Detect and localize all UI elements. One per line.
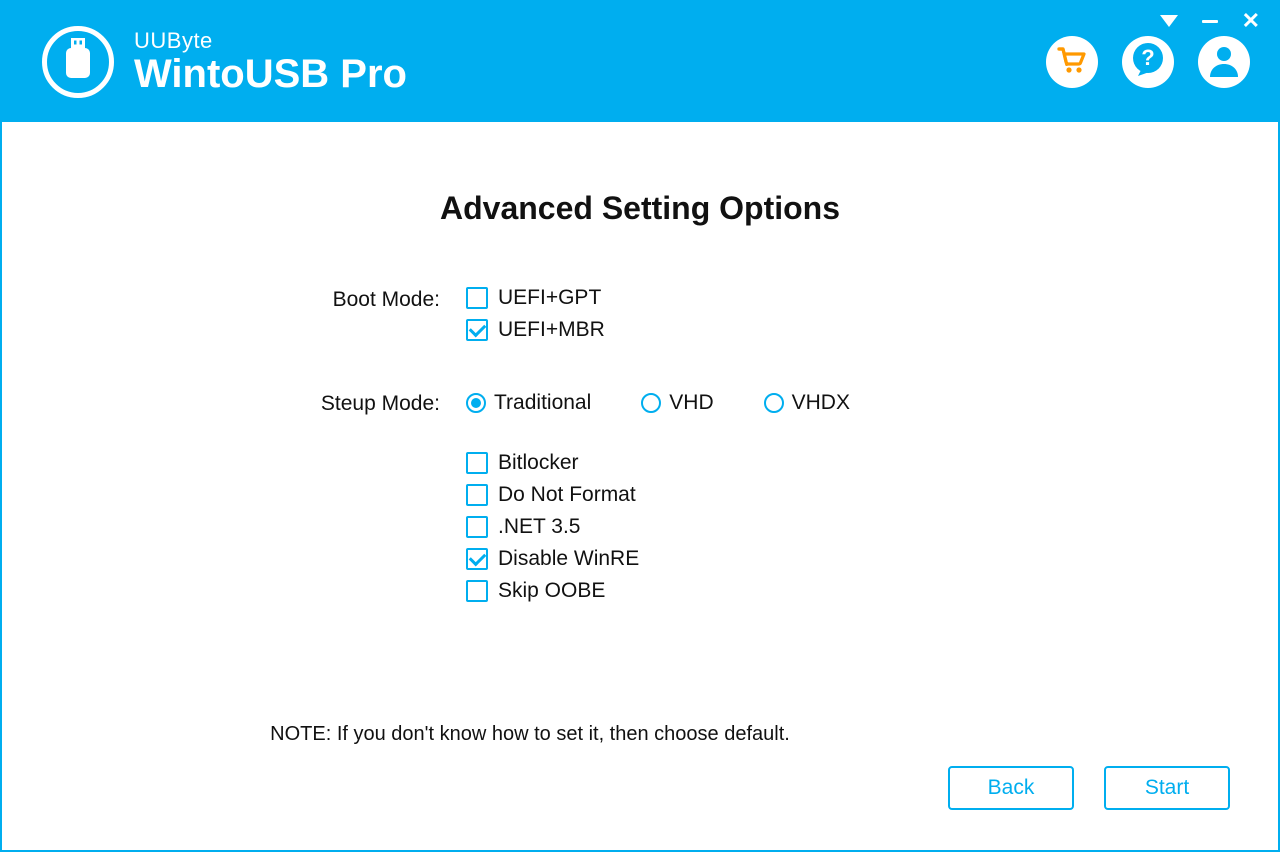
user-icon [1207, 43, 1241, 82]
checkbox-extra-skip_oobe[interactable]: Skip OOBE [466, 580, 1020, 602]
checkbox-boot-label: UEFI+MBR [498, 319, 605, 341]
checkbox-icon [466, 287, 488, 309]
help-button[interactable]: ? [1122, 36, 1174, 88]
minimize-button[interactable] [1202, 20, 1218, 23]
brand-text: UUByte WintoUSB Pro [134, 29, 407, 94]
help-icon: ? [1128, 40, 1168, 85]
content: Advanced Setting Options Boot Mode: UEFI… [4, 122, 1276, 848]
usb-icon [61, 38, 95, 87]
field-setup-mode: Traditional VHD VHDX [466, 391, 1020, 415]
checkbox-extra-label: Do Not Format [498, 484, 636, 506]
checkbox-icon [466, 484, 488, 506]
checkbox-extra-label: Bitlocker [498, 452, 579, 474]
checkbox-extra-no_format[interactable]: Do Not Format [466, 484, 1020, 506]
titlebar: ✕ UUByte WintoUSB Pro [2, 2, 1278, 122]
svg-text:?: ? [1141, 45, 1154, 70]
window-controls: ✕ [1160, 10, 1260, 32]
checkbox-extra-disable_winre[interactable]: Disable WinRE [466, 548, 1020, 570]
row-extra-options: Bitlocker Do Not Format .NET 3.5 Disable Wi… [260, 452, 1020, 602]
back-button[interactable]: Back [948, 766, 1074, 810]
radio-setup-vhdx[interactable]: VHDX [764, 391, 850, 415]
checkbox-icon [466, 452, 488, 474]
checkbox-boot-label: UEFI+GPT [498, 287, 601, 309]
dropdown-arrow-icon[interactable] [1160, 15, 1178, 27]
cart-button[interactable] [1046, 36, 1098, 88]
radio-setup-label: VHDX [792, 391, 850, 415]
account-button[interactable] [1198, 36, 1250, 88]
radio-icon [641, 393, 661, 413]
field-extra-options: Bitlocker Do Not Format .NET 3.5 Disable Wi… [466, 452, 1020, 602]
checkbox-boot-uefi_mbr[interactable]: UEFI+MBR [466, 319, 1020, 341]
checkbox-extra-label: .NET 3.5 [498, 516, 580, 538]
close-button[interactable]: ✕ [1242, 10, 1260, 32]
label-setup-mode: Steup Mode: [260, 391, 440, 416]
row-setup-mode: Steup Mode: Traditional VHD VHDX [260, 391, 1020, 416]
radio-setup-vhd[interactable]: VHD [641, 391, 713, 415]
brand-product: WintoUSB Pro [134, 53, 407, 95]
radio-setup-label: Traditional [494, 391, 591, 415]
field-boot-mode: UEFI+GPT UEFI+MBR [466, 287, 1020, 341]
checkbox-icon [466, 319, 488, 341]
checkbox-extra-net35[interactable]: .NET 3.5 [466, 516, 1020, 538]
checkbox-boot-uefi_gpt[interactable]: UEFI+GPT [466, 287, 1020, 309]
radio-icon [466, 393, 486, 413]
checkbox-extra-label: Disable WinRE [498, 548, 639, 570]
radio-setup-label: VHD [669, 391, 713, 415]
row-boot-mode: Boot Mode: UEFI+GPT UEFI+MBR [260, 287, 1020, 341]
radio-icon [764, 393, 784, 413]
label-boot-mode: Boot Mode: [260, 287, 440, 312]
app-logo [42, 26, 114, 98]
setup-mode-options: Traditional VHD VHDX [466, 391, 1020, 415]
checkbox-icon [466, 548, 488, 570]
brand-company: UUByte [134, 29, 407, 52]
settings-form: Boot Mode: UEFI+GPT UEFI+MBR Steup Mode: … [260, 287, 1020, 602]
header-actions: ? [1046, 36, 1250, 88]
checkbox-icon [466, 516, 488, 538]
radio-setup-traditional[interactable]: Traditional [466, 391, 591, 415]
checkbox-extra-label: Skip OOBE [498, 580, 605, 602]
checkbox-extra-bitlocker[interactable]: Bitlocker [466, 452, 1020, 474]
note-text: NOTE: If you don't know how to set it, t… [4, 723, 1276, 746]
footer-buttons: Back Start [948, 766, 1230, 810]
page-title: Advanced Setting Options [4, 190, 1276, 227]
start-button[interactable]: Start [1104, 766, 1230, 810]
checkbox-icon [466, 580, 488, 602]
cart-icon [1057, 46, 1087, 79]
